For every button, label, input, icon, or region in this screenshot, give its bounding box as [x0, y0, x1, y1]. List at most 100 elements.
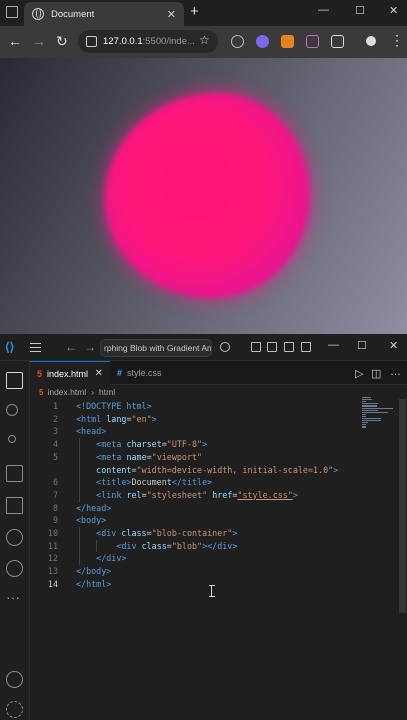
- split-editor-icon[interactable]: ◫: [371, 367, 381, 380]
- copilot-icon[interactable]: [220, 342, 230, 352]
- tab-actions-icon[interactable]: [6, 6, 18, 18]
- address-bar[interactable]: 127.0.0.1:5500/inde...: [78, 30, 218, 53]
- minimap-line: [362, 415, 366, 418]
- site-info-icon[interactable]: [86, 36, 97, 47]
- nav-back-icon[interactable]: ←: [65, 340, 77, 354]
- restore-icon[interactable]: ☐: [357, 339, 367, 352]
- code-text: </body>: [76, 566, 112, 577]
- editor-more-icon[interactable]: …: [390, 366, 401, 378]
- reload-button[interactable]: ↻: [56, 33, 68, 49]
- back-button[interactable]: ←: [8, 33, 22, 49]
- run-icon[interactable]: ▷: [355, 367, 363, 380]
- restore-icon[interactable]: ☐: [355, 4, 365, 17]
- code-line[interactable]: 11 <div class="blob"></div>: [30, 540, 360, 553]
- toggle-bottom-panel-icon[interactable]: [284, 342, 294, 352]
- code-line[interactable]: 5 <meta name="viewport": [30, 451, 360, 464]
- close-window-icon[interactable]: ✕: [389, 339, 398, 352]
- code-line[interactable]: 12 </div>: [30, 552, 360, 565]
- code-line[interactable]: 1 <!DOCTYPE html>: [30, 400, 360, 413]
- code-text: <html lang="en">: [76, 413, 157, 424]
- minimap[interactable]: [362, 397, 398, 457]
- line-number: 9: [52, 515, 58, 526]
- github-icon[interactable]: [6, 560, 23, 577]
- close-window-icon[interactable]: ✕: [389, 4, 398, 17]
- settings-gear-icon[interactable]: [6, 701, 23, 718]
- minimap-line: [362, 418, 382, 420]
- tab-close-icon[interactable]: ✕: [95, 368, 103, 379]
- browser-toolbar: ← → ↻ 127.0.0.1:5500/inde... ☆ ⋮: [0, 26, 407, 58]
- metamask-icon[interactable]: [281, 35, 294, 48]
- extension-icon[interactable]: [306, 35, 319, 48]
- globe-icon: [32, 8, 44, 20]
- run-debug-icon[interactable]: [6, 465, 23, 482]
- code-text: <!DOCTYPE html>: [76, 401, 152, 411]
- line-number: 6: [52, 477, 58, 488]
- code-line[interactable]: 13 </body>: [30, 565, 360, 578]
- code-editor[interactable]: 1 <!DOCTYPE html> 2 <html lang="en"> 3 <head>…: [30, 397, 360, 720]
- explorer-icon[interactable]: [6, 372, 23, 389]
- source-control-icon[interactable]: [8, 435, 16, 443]
- browser-tab-document[interactable]: Document ✕: [24, 2, 184, 26]
- extensions-puzzle-icon[interactable]: [331, 35, 344, 48]
- code-line[interactable]: 8 </head>: [30, 502, 360, 515]
- editor-scrollbar[interactable]: [399, 399, 406, 613]
- extension-icon[interactable]: [256, 35, 269, 48]
- code-line[interactable]: 9 <body>: [30, 514, 360, 527]
- minimap-line: [362, 422, 368, 424]
- minimap-line: [362, 411, 389, 413]
- minimap-line: [362, 409, 379, 411]
- account-icon[interactable]: [6, 671, 23, 688]
- remote-explorer-icon[interactable]: [6, 529, 23, 546]
- code-line[interactable]: 2 <html lang="en">: [30, 413, 360, 426]
- tab-style-css[interactable]: # style.css: [110, 361, 192, 385]
- browser-tab-bar: Document ✕ + — ☐ ✕: [0, 0, 407, 26]
- code-line[interactable]: content="width=device-width, initial-sca…: [30, 464, 360, 477]
- breadcrumb-file[interactable]: index.html: [47, 387, 86, 397]
- minimap-line: [362, 426, 367, 428]
- minimize-icon[interactable]: —: [318, 4, 329, 16]
- tab-index-html[interactable]: 5 index.html ✕: [30, 361, 110, 385]
- code-text: <meta name="viewport": [96, 451, 203, 462]
- toggle-panel-icon[interactable]: [251, 342, 261, 352]
- extension-icon[interactable]: [231, 35, 244, 48]
- code-line[interactable]: 14 </html>: [30, 578, 360, 591]
- code-line[interactable]: 3 <head>: [30, 425, 360, 438]
- bookmark-star-icon[interactable]: ☆: [199, 33, 210, 47]
- menu-icon[interactable]: [30, 343, 41, 352]
- more-icon[interactable]: ···: [6, 590, 23, 610]
- profile-icon[interactable]: [366, 36, 376, 46]
- code-text: </head>: [76, 502, 112, 513]
- code-text: <body>: [76, 515, 107, 526]
- html-file-icon: 5: [37, 368, 43, 379]
- line-number: 14: [47, 578, 58, 589]
- code-text: <link rel="stylesheet" href="style.css">: [96, 489, 298, 500]
- nav-forward-icon[interactable]: →: [84, 340, 96, 354]
- css-file-icon: #: [117, 368, 123, 378]
- tab-close-icon[interactable]: ✕: [167, 8, 176, 21]
- command-center[interactable]: rphing Blob with Gradient Ani: [100, 339, 212, 357]
- code-line[interactable]: 6 <title>Document</title>: [30, 476, 360, 489]
- toggle-sidebar-icon[interactable]: [267, 342, 277, 352]
- toggle-secondary-sidebar-icon[interactable]: [301, 342, 311, 352]
- chevron-right-icon: ›: [91, 387, 95, 397]
- line-number: 8: [52, 502, 58, 513]
- line-number: 1: [52, 401, 58, 411]
- code-line[interactable]: 4 <meta charset="UTF-8">: [30, 438, 360, 451]
- tab-label: style.css: [127, 368, 162, 378]
- minimap-line: [362, 399, 372, 401]
- minimize-icon[interactable]: —: [328, 339, 339, 351]
- breadcrumb-element[interactable]: html: [99, 387, 115, 397]
- browser-menu-icon[interactable]: ⋮: [390, 32, 404, 48]
- search-icon[interactable]: [6, 404, 18, 416]
- line-number: 13: [47, 566, 58, 577]
- new-tab-button[interactable]: +: [190, 3, 199, 20]
- minimap-line: [362, 403, 378, 405]
- code-line[interactable]: 10 <div class="blob-container">: [30, 527, 360, 540]
- line-number: 7: [52, 489, 58, 500]
- forward-button[interactable]: →: [32, 33, 46, 49]
- code-line[interactable]: 7 <link rel="stylesheet" href="style.css…: [30, 489, 360, 502]
- gradient-blob: [105, 93, 310, 298]
- code-text: </div>: [96, 553, 127, 564]
- extensions-icon[interactable]: [6, 497, 23, 514]
- minimap-line: [362, 413, 367, 415]
